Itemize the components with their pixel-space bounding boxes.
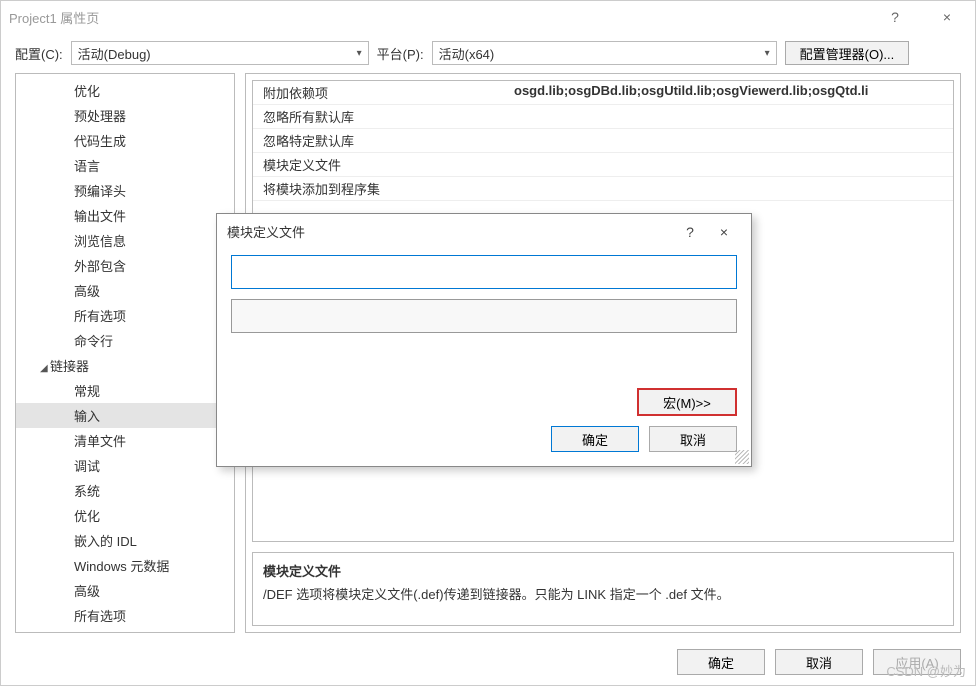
- tree-item[interactable]: 所有选项: [16, 603, 234, 628]
- config-value: 活动(Debug): [78, 44, 151, 63]
- property-row[interactable]: 将模块添加到程序集: [253, 177, 953, 201]
- platform-value: 活动(x64): [439, 44, 495, 63]
- property-name: 附加依赖项: [253, 81, 508, 104]
- tree-item-label: 优化: [74, 84, 100, 99]
- tree-item[interactable]: 常规: [16, 378, 234, 403]
- tree-item[interactable]: 优化: [16, 503, 234, 528]
- config-combo[interactable]: 活动(Debug) ▾: [71, 41, 369, 65]
- modal-title-bar: 模块定义文件 ? ×: [217, 214, 751, 249]
- tree-item[interactable]: 系统: [16, 478, 234, 503]
- tree-item-label: 嵌入的 IDL: [74, 534, 137, 549]
- tree-item-label: 语言: [74, 159, 100, 174]
- close-icon[interactable]: ×: [927, 9, 967, 25]
- tree-item[interactable]: 命令行: [16, 628, 234, 633]
- property-row[interactable]: 忽略所有默认库: [253, 105, 953, 129]
- tree-item[interactable]: 浏览信息: [16, 228, 234, 253]
- tree-item[interactable]: 代码生成: [16, 128, 234, 153]
- tree-item[interactable]: 所有选项: [16, 303, 234, 328]
- tree-item[interactable]: 输出文件: [16, 203, 234, 228]
- chevron-down-icon: ▾: [357, 48, 362, 59]
- tree-item[interactable]: 预处理器: [16, 103, 234, 128]
- tree-item-label: 链接器: [50, 359, 89, 374]
- config-manager-button[interactable]: 配置管理器(O)...: [785, 41, 910, 65]
- tree-item[interactable]: 优化: [16, 78, 234, 103]
- tree-item-label: 所有选项: [74, 309, 126, 324]
- property-row[interactable]: 模块定义文件: [253, 153, 953, 177]
- tree-item-label: 清单文件: [74, 434, 126, 449]
- property-value[interactable]: [508, 129, 953, 152]
- modal-ok-button[interactable]: 确定: [551, 426, 639, 452]
- tree-item-label: 浏览信息: [74, 234, 126, 249]
- apply-button[interactable]: 应用(A): [873, 649, 961, 675]
- property-name: 忽略特定默认库: [253, 129, 508, 152]
- property-value[interactable]: [508, 105, 953, 128]
- tree-item[interactable]: 语言: [16, 153, 234, 178]
- tree-item-label: Windows 元数据: [74, 559, 169, 574]
- tree-item[interactable]: ◢链接器: [16, 353, 234, 378]
- tree-item[interactable]: 高级: [16, 278, 234, 303]
- platform-label: 平台(P):: [377, 44, 424, 63]
- tree-item[interactable]: 调试: [16, 453, 234, 478]
- macros-button[interactable]: 宏(M)>>: [637, 388, 737, 416]
- title-bar: Project1 属性页 ? ×: [1, 1, 975, 33]
- property-value[interactable]: [508, 153, 953, 176]
- property-row[interactable]: 附加依赖项osgd.lib;osgDBd.lib;osgUtild.lib;os…: [253, 81, 953, 105]
- tree-item-label: 高级: [74, 284, 100, 299]
- property-name: 忽略所有默认库: [253, 105, 508, 128]
- tree-item-label: 高级: [74, 584, 100, 599]
- dialog-footer: 确定 取消 应用(A): [1, 639, 975, 685]
- tree-item-label: 优化: [74, 509, 100, 524]
- tree-item[interactable]: 高级: [16, 578, 234, 603]
- description-title: 模块定义文件: [263, 561, 943, 580]
- tree-item-label: 调试: [74, 459, 100, 474]
- tree-item[interactable]: 外部包含: [16, 253, 234, 278]
- property-name: 将模块添加到程序集: [253, 177, 508, 200]
- tree-item-label: 代码生成: [74, 134, 126, 149]
- tree-item-label: 命令行: [74, 334, 113, 349]
- config-label: 配置(C):: [15, 44, 63, 63]
- category-tree[interactable]: 优化预处理器代码生成语言预编译头输出文件浏览信息外部包含高级所有选项命令行◢链接…: [15, 73, 235, 633]
- help-icon[interactable]: ?: [875, 9, 915, 25]
- tree-item-label: 输入: [74, 409, 100, 424]
- caret-down-icon: ◢: [40, 363, 50, 374]
- description-body: /DEF 选项将模块定义文件(.def)传递到链接器。只能为 LINK 指定一个…: [263, 584, 943, 603]
- tree-item[interactable]: 嵌入的 IDL: [16, 528, 234, 553]
- cancel-button[interactable]: 取消: [775, 649, 863, 675]
- evaluated-value-display: [231, 299, 737, 333]
- modal-help-icon[interactable]: ?: [673, 224, 707, 240]
- tree-item-label: 预处理器: [74, 109, 126, 124]
- tree-item-label: 系统: [74, 484, 100, 499]
- property-name: 模块定义文件: [253, 153, 508, 176]
- tree-item-label: 外部包含: [74, 259, 126, 274]
- tree-item[interactable]: 命令行: [16, 328, 234, 353]
- property-value[interactable]: [508, 177, 953, 200]
- tree-item[interactable]: Windows 元数据: [16, 553, 234, 578]
- resize-grip-icon[interactable]: [735, 450, 749, 464]
- chevron-down-icon: ▾: [765, 48, 770, 59]
- property-value[interactable]: osgd.lib;osgDBd.lib;osgUtild.lib;osgView…: [508, 81, 953, 104]
- tree-item-label: 预编译头: [74, 184, 126, 199]
- tree-item[interactable]: 预编译头: [16, 178, 234, 203]
- module-def-dialog: 模块定义文件 ? × 宏(M)>> 确定 取消: [216, 213, 752, 467]
- tree-item-label: 所有选项: [74, 609, 126, 624]
- description-box: 模块定义文件 /DEF 选项将模块定义文件(.def)传递到链接器。只能为 LI…: [252, 552, 954, 626]
- window-title: Project1 属性页: [9, 8, 875, 27]
- tree-item[interactable]: 输入: [16, 403, 234, 428]
- tree-item-label: 常规: [74, 384, 100, 399]
- toolbar: 配置(C): 活动(Debug) ▾ 平台(P): 活动(x64) ▾ 配置管理…: [1, 33, 975, 73]
- tree-item-label: 输出文件: [74, 209, 126, 224]
- ok-button[interactable]: 确定: [677, 649, 765, 675]
- platform-combo[interactable]: 活动(x64) ▾: [432, 41, 777, 65]
- modal-close-icon[interactable]: ×: [707, 224, 741, 240]
- modal-cancel-button[interactable]: 取消: [649, 426, 737, 452]
- module-def-input[interactable]: [231, 255, 737, 289]
- tree-item[interactable]: 清单文件: [16, 428, 234, 453]
- modal-title: 模块定义文件: [227, 222, 673, 241]
- property-row[interactable]: 忽略特定默认库: [253, 129, 953, 153]
